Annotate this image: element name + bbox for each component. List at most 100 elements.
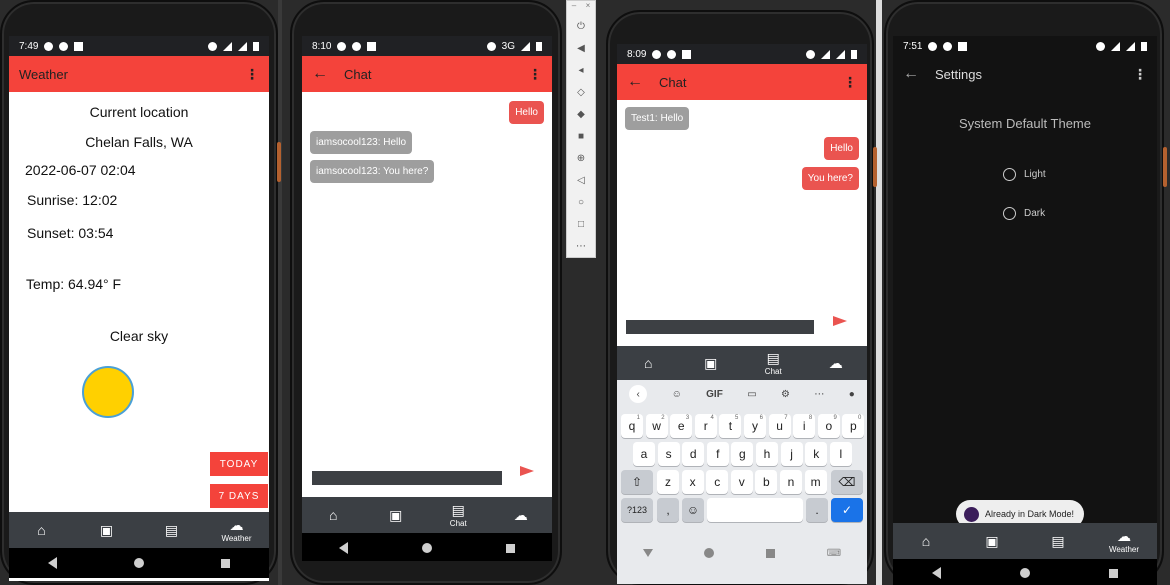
key-o[interactable]: o9 — [817, 414, 840, 438]
emoji-key[interactable]: ☺ — [682, 498, 704, 522]
home-circle-icon[interactable] — [422, 543, 432, 553]
key-m[interactable]: m — [804, 470, 827, 494]
nav-home[interactable]: ⌂ — [22, 523, 62, 537]
home-icon[interactable]: ○ — [567, 191, 595, 213]
overflow-menu-icon[interactable]: ⋮ — [528, 66, 542, 83]
more-icon[interactable]: ⋯ — [814, 389, 824, 400]
key-i[interactable]: i8 — [793, 414, 816, 438]
key-e[interactable]: e3 — [670, 414, 693, 438]
rotate-left-icon[interactable]: ◇ — [567, 81, 595, 103]
nav-weather[interactable]: ☁ — [816, 356, 856, 370]
send-icon[interactable] — [520, 466, 534, 476]
nav-home[interactable]: ⌂ — [906, 534, 946, 548]
radio-light[interactable]: Light — [1003, 168, 1046, 181]
keyboard-switch-icon[interactable]: ⌨ — [827, 548, 841, 559]
nav-chat[interactable]: ▤ Chat — [438, 503, 478, 528]
more-icon[interactable]: ⋯ — [567, 235, 595, 257]
comma-key[interactable]: , — [657, 498, 679, 522]
home-circle-icon[interactable] — [1019, 568, 1030, 578]
back-arrow-icon[interactable]: ← — [903, 65, 919, 83]
today-button[interactable]: TODAY — [210, 452, 268, 476]
radio-dark[interactable]: Dark — [1003, 207, 1045, 220]
nav-home[interactable]: ⌂ — [628, 356, 668, 370]
key-c[interactable]: c — [706, 470, 729, 494]
key-n[interactable]: n — [780, 470, 802, 494]
back-icon[interactable]: ◁ — [567, 169, 595, 191]
back-arrow-icon[interactable]: ← — [627, 73, 643, 91]
key-z[interactable]: z — [657, 470, 679, 494]
nav-contacts[interactable]: ▣ — [87, 523, 127, 537]
nav-chat[interactable]: ▤ — [152, 523, 192, 537]
key-r[interactable]: r4 — [694, 414, 717, 438]
back-icon[interactable] — [932, 567, 942, 579]
overflow-menu-icon[interactable]: ⋮ — [1133, 66, 1147, 83]
rotate-right-icon[interactable]: ◆ — [567, 103, 595, 125]
back-icon[interactable] — [339, 542, 348, 554]
key-q[interactable]: q1 — [621, 414, 643, 438]
key-l[interactable]: l — [829, 442, 852, 466]
nav-weather[interactable]: ☁ Weather — [1104, 529, 1144, 554]
backspace-key[interactable]: ⌫ — [831, 470, 863, 494]
zoom-icon[interactable]: ⊕ — [567, 147, 595, 169]
key-v[interactable]: v — [730, 470, 753, 494]
recents-icon[interactable] — [1108, 568, 1118, 578]
key-x[interactable]: x — [681, 470, 704, 494]
key-t[interactable]: t5 — [719, 414, 742, 438]
key-p[interactable]: p0 — [842, 414, 865, 438]
collapse-chevron-icon[interactable]: ‹ — [629, 385, 648, 403]
nav-chat[interactable]: ▤ — [1038, 534, 1078, 548]
recents-icon[interactable] — [506, 543, 515, 553]
period-key[interactable]: . — [806, 498, 828, 522]
overflow-menu-icon[interactable]: ⋮ — [843, 74, 857, 91]
recents-icon[interactable] — [766, 548, 776, 558]
gif-button[interactable]: GIF — [706, 389, 723, 400]
volume-down-icon[interactable]: ◂ — [567, 59, 595, 81]
key-w[interactable]: w2 — [645, 414, 668, 438]
key-u[interactable]: u7 — [768, 414, 791, 438]
nav-weather[interactable]: ☁ Weather — [217, 518, 257, 543]
key-j[interactable]: j — [780, 442, 803, 466]
home-circle-icon[interactable] — [704, 548, 715, 558]
message-input[interactable] — [626, 320, 814, 334]
key-y[interactable]: y6 — [744, 414, 766, 438]
keyboard-settings-icon[interactable]: ⚙ — [781, 389, 790, 400]
key-s[interactable]: s — [657, 442, 680, 466]
nav-home[interactable]: ⌂ — [313, 508, 353, 522]
message-input[interactable] — [312, 471, 502, 485]
key-h[interactable]: h — [756, 442, 778, 466]
hide-keyboard-icon[interactable] — [642, 549, 653, 557]
overview-icon[interactable]: □ — [567, 213, 595, 235]
nav-weather[interactable]: ☁ — [501, 508, 541, 522]
nav-contacts[interactable]: ▣ — [972, 534, 1012, 548]
key-d[interactable]: d — [682, 442, 705, 466]
nav-chat[interactable]: ▤ Chat — [753, 351, 793, 376]
key-a[interactable]: a — [633, 442, 655, 466]
shift-key[interactable]: ⇧ — [621, 470, 653, 494]
send-icon[interactable] — [833, 316, 847, 326]
key-f[interactable]: f — [706, 442, 729, 466]
back-arrow-icon[interactable]: ← — [312, 65, 328, 83]
key-g[interactable]: g — [731, 442, 754, 466]
minimize-icon[interactable]: – — [572, 1, 576, 15]
close-icon[interactable]: × — [586, 1, 591, 15]
seven-days-button[interactable]: 7 DAYS — [210, 484, 268, 508]
recents-icon[interactable] — [221, 558, 231, 568]
key-b[interactable]: b — [755, 470, 778, 494]
symbols-key[interactable]: ?123 — [621, 498, 653, 522]
nav-contacts[interactable]: ▣ — [376, 508, 416, 522]
clipboard-icon[interactable]: ▭ — [747, 389, 756, 400]
radio-dark-icon[interactable] — [1003, 207, 1016, 220]
home-circle-icon[interactable] — [133, 558, 144, 568]
volume-up-icon[interactable]: ◀︎ — [567, 37, 595, 59]
camera-icon[interactable]: ■ — [567, 125, 595, 147]
back-icon[interactable] — [47, 557, 57, 569]
space-key[interactable] — [707, 498, 803, 522]
nav-contacts[interactable]: ▣ — [691, 356, 731, 370]
enter-key[interactable]: ✓ — [831, 498, 863, 522]
power-icon[interactable]: ⏻ — [567, 15, 595, 37]
key-k[interactable]: k — [805, 442, 828, 466]
sticker-icon[interactable]: ☺ — [672, 389, 682, 400]
radio-light-icon[interactable] — [1003, 168, 1016, 181]
overflow-menu-icon[interactable]: ⋮ — [245, 66, 259, 83]
mic-icon[interactable]: ● — [849, 389, 855, 400]
